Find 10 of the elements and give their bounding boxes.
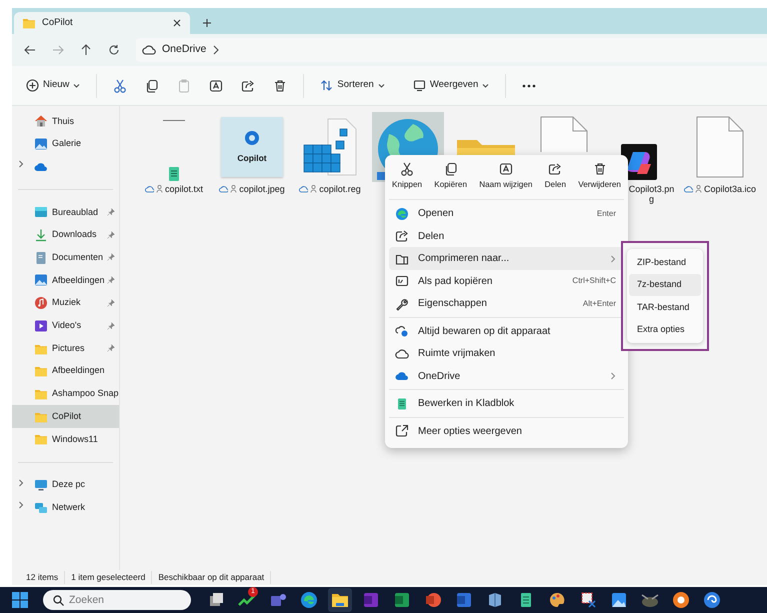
tab-title: CoPilot xyxy=(42,16,74,30)
status-text: 12 items xyxy=(20,571,66,584)
file-name: Copilot3a.ico xyxy=(704,184,756,194)
file-name: copilot.jpeg xyxy=(239,184,285,194)
thumbnail-text: Copilot xyxy=(237,152,267,164)
status-text: Beschikbaar op dit apparaat xyxy=(152,571,272,584)
status-text: 1 item geselecteerd xyxy=(65,571,152,584)
file-name: copilot.reg xyxy=(319,184,361,194)
file-name: Copilot3.png xyxy=(628,184,676,205)
file-name: copilot.txt xyxy=(164,184,204,194)
